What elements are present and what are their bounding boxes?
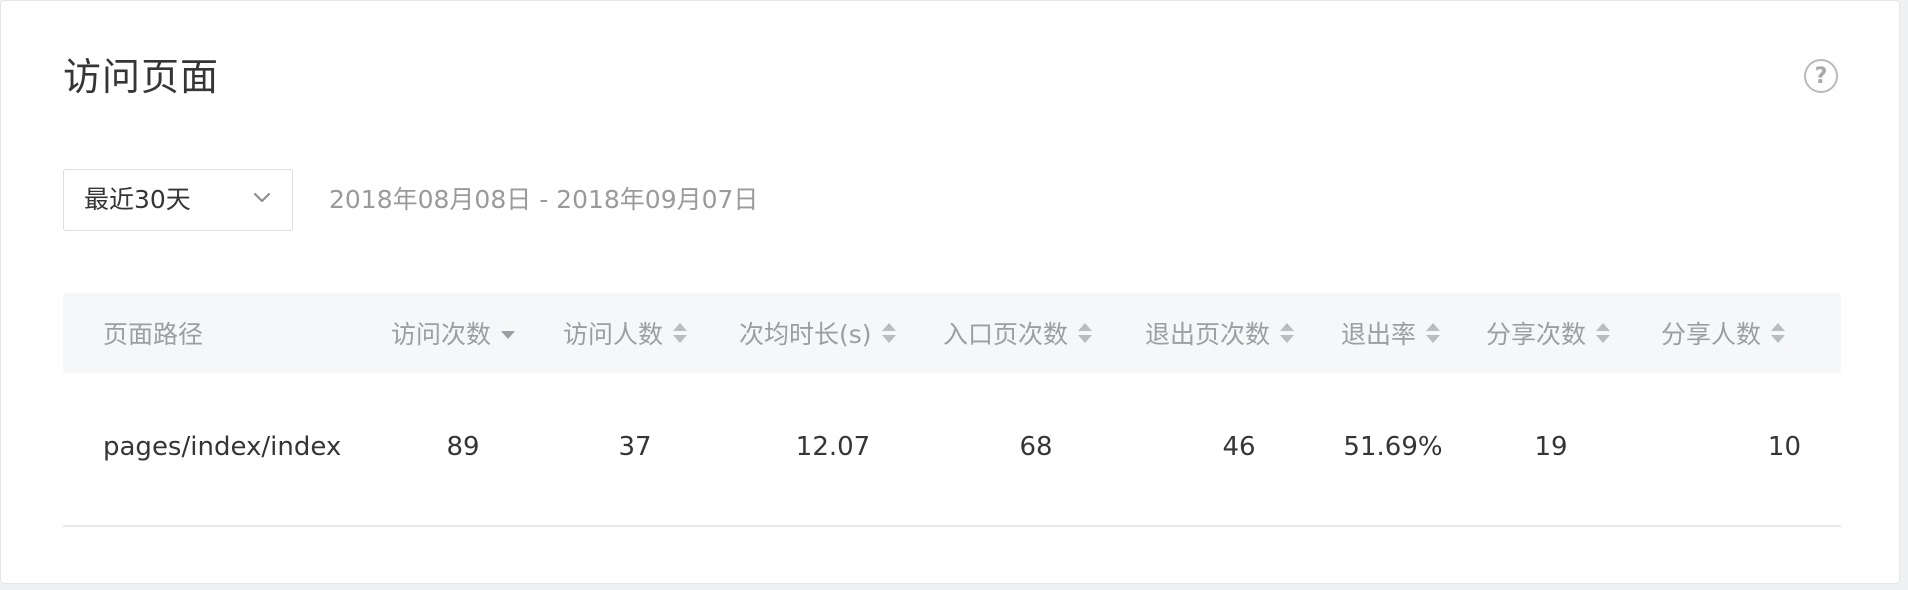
- column-header-label: 页面路径: [103, 320, 204, 349]
- column-header-exit-rate[interactable]: 退出率: [1341, 293, 1442, 373]
- table-header: 页面路径 访问次数 访问人数 次均时长(s) 入口页次数 退出页次数 退出率 分…: [63, 293, 1841, 373]
- sort-icon[interactable]: [1594, 320, 1612, 346]
- cell-page-path: pages/index/index: [103, 432, 342, 462]
- date-range-text: 2018年08月08日 - 2018年09月07日: [329, 185, 759, 214]
- cell-sharers: 10: [1767, 432, 1801, 462]
- date-range-select-value: 最近30天: [84, 185, 191, 214]
- column-header-label: 分享次数: [1486, 320, 1587, 349]
- column-header-avg-duration[interactable]: 次均时长(s): [739, 293, 898, 373]
- column-header-label: 次均时长(s): [739, 320, 872, 349]
- visit-pages-card: 访问页面 ? 最近30天 2018年08月08日 - 2018年09月07日 页…: [0, 0, 1900, 584]
- column-header-share-count[interactable]: 分享次数: [1486, 293, 1612, 373]
- sort-desc-icon[interactable]: [499, 320, 517, 346]
- date-range-select[interactable]: 最近30天: [63, 169, 293, 231]
- column-header-label: 访问人数: [563, 320, 664, 349]
- card-title: 访问页面: [63, 55, 220, 99]
- cell-entry-count: 68: [1019, 432, 1053, 462]
- cell-share-count: 19: [1534, 432, 1568, 462]
- column-header-exit-count[interactable]: 退出页次数: [1145, 293, 1296, 373]
- sort-icon[interactable]: [880, 320, 898, 346]
- column-header-label: 入口页次数: [943, 320, 1069, 349]
- cell-avg-duration: 12.07: [795, 432, 871, 462]
- column-header-label: 退出率: [1341, 320, 1417, 349]
- sort-icon[interactable]: [1769, 320, 1787, 346]
- column-header-visitors[interactable]: 访问人数: [563, 293, 689, 373]
- sort-icon[interactable]: [1076, 320, 1094, 346]
- table-row: pages/index/index 89 37 12.07 68 46 51.6…: [63, 393, 1841, 501]
- cell-exit-rate: 51.69%: [1343, 432, 1443, 462]
- column-header-entry-count[interactable]: 入口页次数: [943, 293, 1094, 373]
- column-header-visits[interactable]: 访问次数: [391, 293, 517, 373]
- column-header-label: 访问次数: [391, 320, 492, 349]
- column-header-label: 退出页次数: [1145, 320, 1271, 349]
- column-header-page-path: 页面路径: [103, 293, 203, 373]
- question-circle-icon[interactable]: ?: [1804, 59, 1838, 93]
- sort-icon[interactable]: [1424, 320, 1442, 346]
- sort-icon[interactable]: [1278, 320, 1296, 346]
- chevron-down-icon: [253, 192, 271, 203]
- sort-icon[interactable]: [671, 320, 689, 346]
- column-header-label: 分享人数: [1661, 320, 1762, 349]
- cell-visits: 89: [446, 432, 480, 462]
- table-divider: [63, 525, 1841, 527]
- column-header-sharers[interactable]: 分享人数: [1661, 293, 1787, 373]
- cell-visitors: 37: [618, 432, 652, 462]
